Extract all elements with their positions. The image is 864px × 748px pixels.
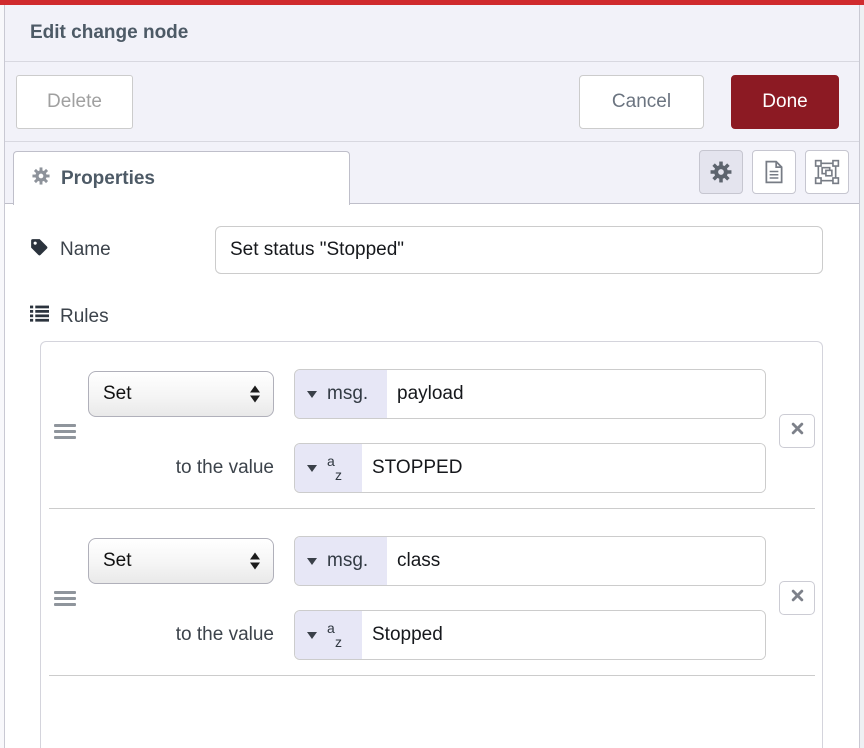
rule-property-typed-input: msg.	[294, 536, 766, 586]
page-title: Edit change node	[30, 22, 188, 44]
properties-gear-button[interactable]	[699, 150, 743, 194]
rule-action-value: Set	[103, 550, 132, 572]
rule-action-value: Set	[103, 383, 132, 405]
rule-row: Set msg.	[41, 509, 822, 675]
rule-drag-handle[interactable]	[41, 536, 88, 660]
tab-icon-buttons	[699, 150, 849, 194]
select-arrows-icon	[250, 553, 260, 570]
string-type-icon: az	[327, 622, 342, 648]
rule-drag-handle[interactable]	[41, 369, 88, 493]
name-field-row: Name	[30, 226, 823, 274]
tray-toolbar: Delete Cancel Done	[5, 62, 859, 142]
property-type-label: msg.	[327, 383, 368, 405]
file-icon	[763, 160, 785, 184]
rule-property-input[interactable]	[387, 537, 765, 585]
name-label-text: Name	[60, 239, 111, 261]
rule-row: Set msg.	[41, 342, 822, 508]
close-icon	[791, 589, 804, 607]
editor-tab-bar: Properties	[5, 142, 859, 204]
appearance-button[interactable]	[805, 150, 849, 194]
description-button[interactable]	[752, 150, 796, 194]
rules-section-label: Rules	[30, 305, 823, 328]
properties-form: Name Rules	[5, 204, 859, 748]
rules-list: Set msg.	[40, 341, 823, 748]
chevron-down-icon	[307, 632, 317, 639]
done-button[interactable]: Done	[731, 75, 839, 129]
rule-value-typed-input: az	[294, 443, 766, 493]
gear-icon	[32, 167, 50, 190]
tag-icon	[30, 238, 48, 262]
rule-value-input[interactable]	[362, 444, 765, 492]
rule-action-select[interactable]: Set	[88, 371, 274, 417]
delete-button[interactable]: Delete	[16, 75, 133, 129]
to-the-value-label: to the value	[88, 443, 274, 493]
tray-header: Edit change node	[5, 5, 859, 62]
value-type-button[interactable]: az	[295, 611, 362, 659]
close-icon	[791, 422, 804, 440]
property-type-button[interactable]: msg.	[295, 537, 387, 585]
property-type-button[interactable]: msg.	[295, 370, 387, 418]
group-select-icon	[814, 159, 840, 185]
string-type-icon: az	[327, 455, 342, 481]
rule-property-input[interactable]	[387, 370, 765, 418]
value-type-button[interactable]: az	[295, 444, 362, 492]
chevron-down-icon	[307, 465, 317, 472]
edit-node-tray: Edit change node Delete Cancel Done	[5, 5, 859, 748]
tray-right-edge	[859, 5, 864, 748]
property-type-label: msg.	[327, 550, 368, 572]
name-label: Name	[30, 238, 215, 262]
gear-icon	[710, 161, 732, 183]
grip-icon	[54, 421, 76, 442]
list-icon	[30, 305, 49, 328]
select-arrows-icon	[250, 386, 260, 403]
rule-property-typed-input: msg.	[294, 369, 766, 419]
rules-empty-area	[41, 676, 822, 748]
grip-icon	[54, 588, 76, 609]
rules-label-text: Rules	[60, 306, 109, 328]
to-the-value-label: to the value	[88, 610, 274, 660]
cancel-button[interactable]: Cancel	[579, 75, 704, 129]
rule-value-input[interactable]	[362, 611, 765, 659]
node-name-input[interactable]	[215, 226, 823, 274]
tab-properties[interactable]: Properties	[13, 151, 350, 205]
chevron-down-icon	[307, 391, 317, 398]
remove-rule-button[interactable]	[779, 581, 815, 615]
rule-action-select[interactable]: Set	[88, 538, 274, 584]
chevron-down-icon	[307, 558, 317, 565]
rule-value-typed-input: az	[294, 610, 766, 660]
remove-rule-button[interactable]	[779, 414, 815, 448]
tab-properties-label: Properties	[61, 168, 155, 190]
